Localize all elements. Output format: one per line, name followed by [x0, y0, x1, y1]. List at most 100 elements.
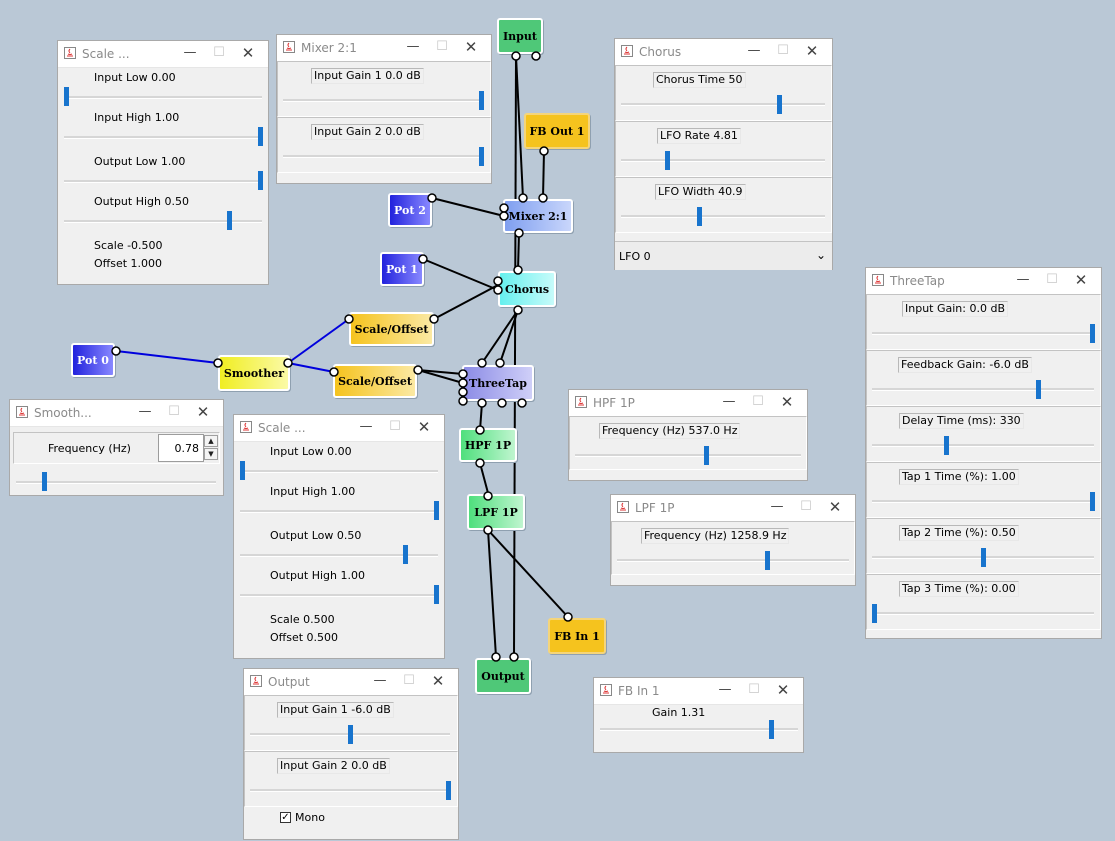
gain1-slider[interactable] [479, 91, 484, 110]
wire [487, 529, 497, 658]
input-gain-label: Input Gain: 0.0 dB [902, 301, 1008, 317]
minimize-button[interactable]: — [746, 43, 762, 59]
maximize-button[interactable]: ☐ [401, 673, 417, 689]
window-title: Smooth... [34, 406, 92, 420]
minimize-button[interactable]: — [182, 45, 198, 61]
output-high-slider[interactable] [434, 585, 439, 604]
lfo-width-slider[interactable] [697, 207, 702, 226]
java-icon [250, 675, 262, 687]
maximize-button[interactable]: ☐ [166, 404, 182, 420]
frequency-slider[interactable] [765, 551, 771, 570]
maximize-button[interactable]: ☐ [746, 682, 762, 698]
output-low-slider[interactable] [258, 171, 263, 190]
block-label: Chorus [504, 282, 550, 296]
close-button[interactable]: ✕ [240, 45, 256, 61]
block-smoother[interactable]: Smoother [218, 355, 290, 391]
frequency-spinner[interactable]: 0.78 [158, 434, 204, 462]
title-bar: HPF 1P — ☐ ✕ [569, 390, 807, 417]
close-button[interactable]: ✕ [430, 673, 446, 689]
block-hpf[interactable]: HPF 1P [459, 428, 517, 462]
title-bar: ThreeTap — ☐ ✕ [866, 268, 1101, 295]
chorus-time-label: Chorus Time 50 [653, 72, 746, 88]
maximize-button[interactable]: ☐ [211, 45, 227, 61]
block-pot1[interactable]: Pot 1 [380, 252, 424, 286]
maximize-button[interactable]: ☐ [434, 39, 450, 55]
block-pot0[interactable]: Pot 0 [71, 343, 115, 377]
output-low-label: Output Low 1.00 [94, 155, 186, 168]
close-button[interactable]: ✕ [804, 43, 820, 59]
tap2-slider[interactable] [981, 548, 986, 567]
slider-track [250, 789, 450, 792]
block-chorus[interactable]: Chorus [498, 271, 556, 307]
close-button[interactable]: ✕ [775, 682, 791, 698]
minimize-button[interactable]: — [721, 394, 737, 410]
block-label: LPF 1P [474, 505, 518, 519]
gain-slider[interactable] [768, 720, 774, 739]
maximize-button[interactable]: ☐ [387, 419, 403, 435]
chorus-time-slider[interactable] [777, 95, 782, 114]
output-low-slider[interactable] [402, 545, 408, 564]
maximize-button[interactable]: ☐ [750, 394, 766, 410]
lfo-select[interactable]: LFO 0 ⌄ [615, 241, 832, 270]
block-threetap[interactable]: ThreeTap [462, 365, 534, 401]
close-button[interactable]: ✕ [195, 404, 211, 420]
minimize-button[interactable]: — [769, 499, 785, 515]
input-gain-slider[interactable] [1090, 324, 1095, 343]
mono-label: Mono [295, 811, 325, 824]
tap1-slider[interactable] [1090, 492, 1095, 511]
scale-readout: Scale -0.500 [94, 239, 163, 252]
minimize-button[interactable]: — [137, 404, 153, 420]
frequency-slider[interactable] [41, 472, 47, 491]
minimize-button[interactable]: — [372, 673, 388, 689]
slider-track [240, 470, 438, 473]
close-button[interactable]: ✕ [463, 39, 479, 55]
gain1-label: Input Gain 1 0.0 dB [311, 68, 424, 84]
input-high-slider[interactable] [258, 127, 263, 146]
mono-checkbox[interactable]: ✓ [280, 812, 291, 823]
lfo-rate-slider[interactable] [665, 151, 670, 170]
block-fb-out-1[interactable]: FB Out 1 [524, 113, 590, 149]
spinner-down-icon[interactable]: ▼ [204, 448, 218, 460]
block-pot2[interactable]: Pot 2 [388, 193, 432, 227]
spinner-up-icon[interactable]: ▲ [204, 435, 218, 447]
block-output[interactable]: Output [475, 658, 531, 694]
delay-time-slider[interactable] [943, 436, 949, 455]
fbin-window: FB In 1 — ☐ ✕ Gain 1.31 [593, 677, 804, 753]
input-high-slider[interactable] [434, 501, 439, 520]
block-scale-offset-a[interactable]: Scale/Offset [349, 312, 434, 346]
maximize-button[interactable]: ☐ [775, 43, 791, 59]
input-low-slider[interactable] [64, 87, 69, 106]
maximize-button[interactable]: ☐ [1044, 272, 1060, 288]
minimize-button[interactable]: — [1015, 272, 1031, 288]
chevron-down-icon: ⌄ [815, 248, 826, 262]
gain2-slider[interactable] [446, 781, 451, 800]
window-title: Output [268, 675, 310, 689]
frequency-slider[interactable] [703, 446, 709, 465]
gain1-slider[interactable] [348, 725, 353, 744]
close-button[interactable]: ✕ [779, 394, 795, 410]
block-scale-offset-b[interactable]: Scale/Offset [333, 364, 417, 398]
close-button[interactable]: ✕ [416, 419, 432, 435]
close-button[interactable]: ✕ [827, 499, 843, 515]
block-lpf[interactable]: LPF 1P [467, 494, 525, 530]
chorus-window: Chorus — ☐ ✕ Chorus Time 50 LFO Rate 4.8… [614, 38, 833, 270]
close-button[interactable]: ✕ [1073, 272, 1089, 288]
block-mixer[interactable]: Mixer 2:1 [503, 199, 573, 233]
gain2-slider[interactable] [479, 147, 484, 166]
minimize-button[interactable]: — [358, 419, 374, 435]
java-icon [600, 684, 612, 696]
minimize-button[interactable]: — [717, 682, 733, 698]
title-bar: LPF 1P — ☐ ✕ [611, 495, 855, 522]
lfo-rate-label: LFO Rate 4.81 [657, 128, 741, 144]
block-input[interactable]: Input [497, 18, 543, 54]
lfo-select-value: LFO 0 [619, 250, 651, 263]
minimize-button[interactable]: — [405, 39, 421, 55]
slider-track [64, 96, 262, 99]
maximize-button[interactable]: ☐ [798, 499, 814, 515]
tap3-slider[interactable] [872, 604, 877, 623]
block-fb-in-1[interactable]: FB In 1 [548, 618, 606, 654]
feedback-gain-slider[interactable] [1035, 380, 1041, 399]
output-high-slider[interactable] [226, 211, 232, 230]
block-label: Mixer 2:1 [508, 209, 568, 223]
input-low-slider[interactable] [240, 461, 245, 480]
